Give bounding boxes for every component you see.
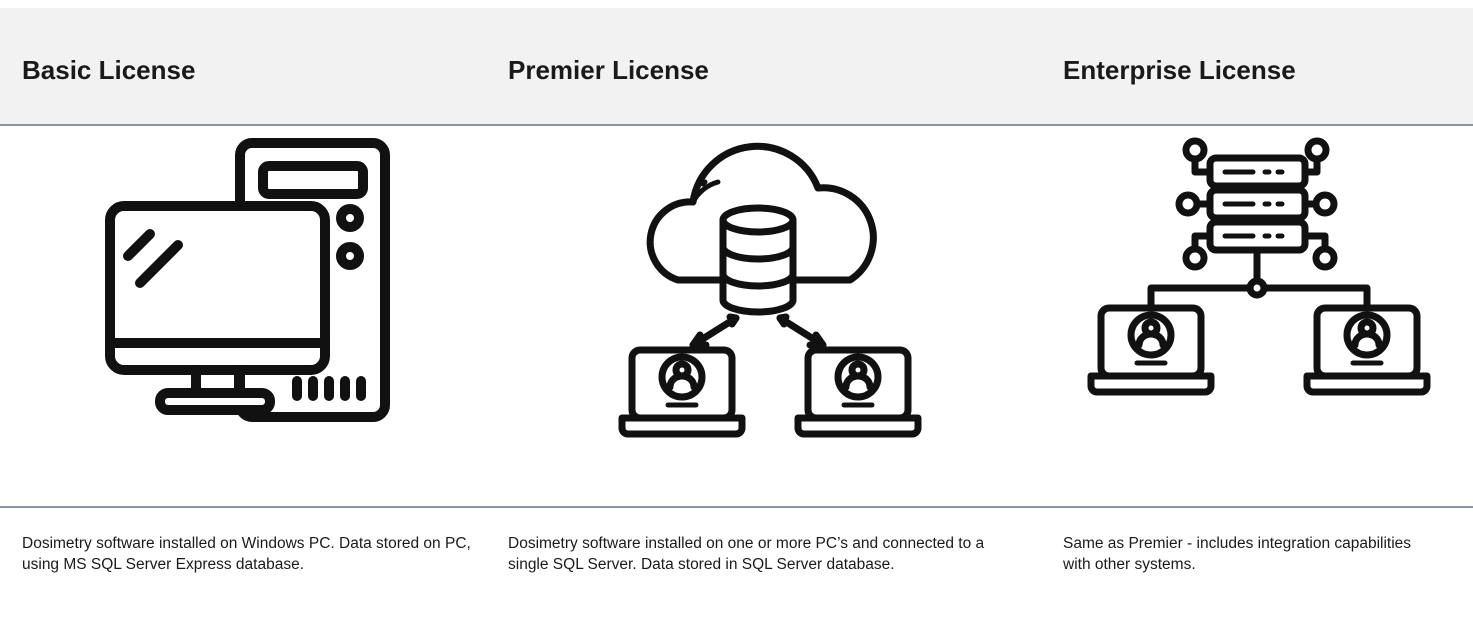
cloud-database-network-icon: [618, 142, 922, 438]
basic-license-title: Basic License: [22, 55, 196, 85]
server-network-integration-icon: [1087, 137, 1431, 396]
premier-license-title: Premier License: [508, 55, 709, 85]
description-divider: [0, 506, 1473, 508]
enterprise-license-title: Enterprise License: [1063, 55, 1296, 85]
premier-license-description: Dosimetry software installed on one or m…: [508, 535, 985, 573]
enterprise-license-description: Same as Premier - includes integration c…: [1063, 535, 1412, 573]
basic-license-description: Dosimetry software installed on Windows …: [22, 535, 471, 573]
desktop-computer-icon: [105, 138, 390, 422]
